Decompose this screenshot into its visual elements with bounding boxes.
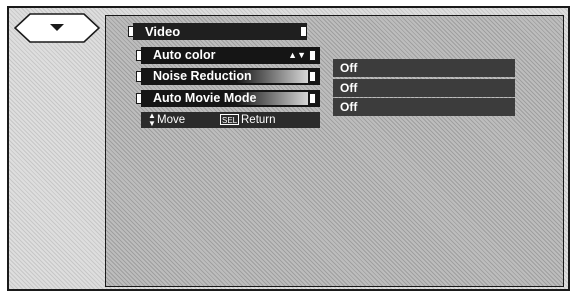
item-right-cap [309, 71, 316, 82]
menu-item-label: Auto color [153, 48, 216, 62]
item-right-cap [309, 93, 316, 104]
value-auto-color[interactable]: Off [333, 59, 515, 77]
help-move-label: Move [157, 114, 186, 126]
value-noise-reduction[interactable]: Off [333, 79, 515, 97]
help-bar: ▲ ▼ Move SEL Return [141, 112, 320, 128]
menu-item-auto-movie-mode[interactable]: Auto Movie Mode [141, 90, 320, 107]
title-right-cap [300, 26, 307, 37]
nav-down-button[interactable] [14, 13, 100, 43]
item-right-cap [309, 50, 316, 61]
menu-title: Video [133, 23, 307, 40]
up-down-arrows-icon: ▲ ▼ [148, 111, 156, 128]
help-return-label: Return [241, 114, 276, 126]
menu-item-noise-reduction[interactable]: Noise Reduction [141, 68, 320, 85]
sel-key-icon: SEL [220, 114, 240, 125]
menu-item-auto-color[interactable]: Auto color ▲▼ [141, 47, 320, 64]
adjust-arrows-icon: ▲▼ [288, 50, 306, 60]
value-auto-movie-mode[interactable]: Off [333, 98, 515, 116]
